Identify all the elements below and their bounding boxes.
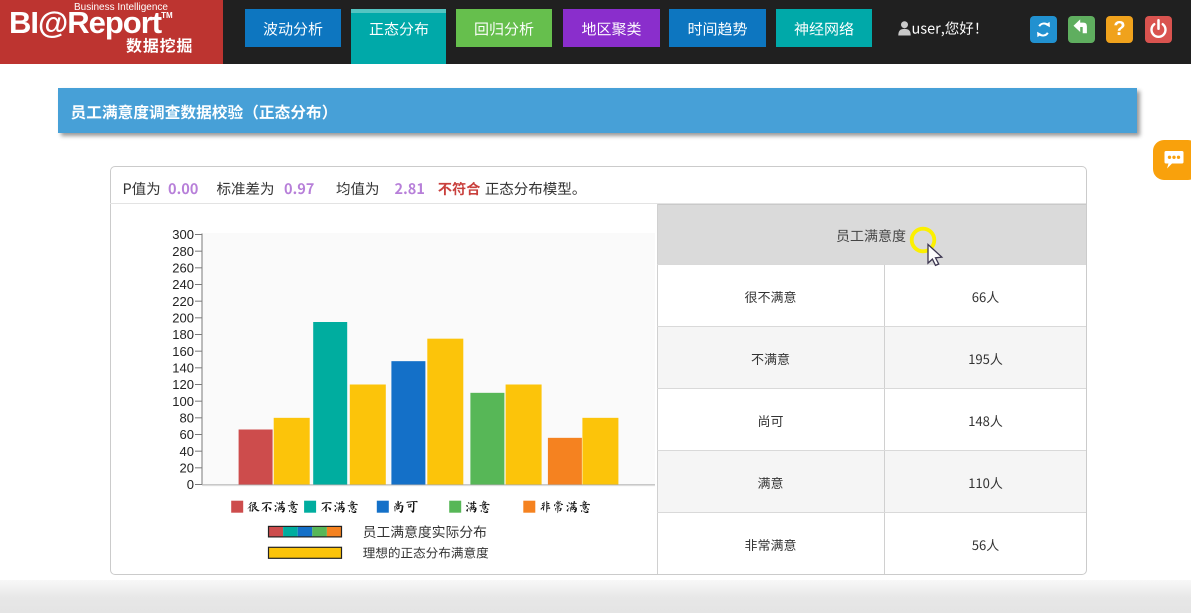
svg-text:300: 300 bbox=[172, 227, 194, 242]
svg-text:0: 0 bbox=[187, 477, 194, 492]
svg-text:140: 140 bbox=[172, 360, 194, 375]
svg-text:280: 280 bbox=[172, 244, 194, 259]
svg-text:20: 20 bbox=[180, 460, 194, 475]
svg-text:220: 220 bbox=[172, 294, 194, 309]
svg-text:40: 40 bbox=[180, 444, 194, 459]
svg-text:180: 180 bbox=[172, 327, 194, 342]
svg-text:80: 80 bbox=[180, 410, 194, 425]
svg-text:240: 240 bbox=[172, 277, 194, 292]
svg-text:260: 260 bbox=[172, 260, 194, 275]
svg-text:120: 120 bbox=[172, 377, 194, 392]
svg-text:100: 100 bbox=[172, 394, 194, 409]
svg-text:60: 60 bbox=[180, 427, 194, 442]
svg-text:200: 200 bbox=[172, 310, 194, 325]
svg-text:160: 160 bbox=[172, 344, 194, 359]
